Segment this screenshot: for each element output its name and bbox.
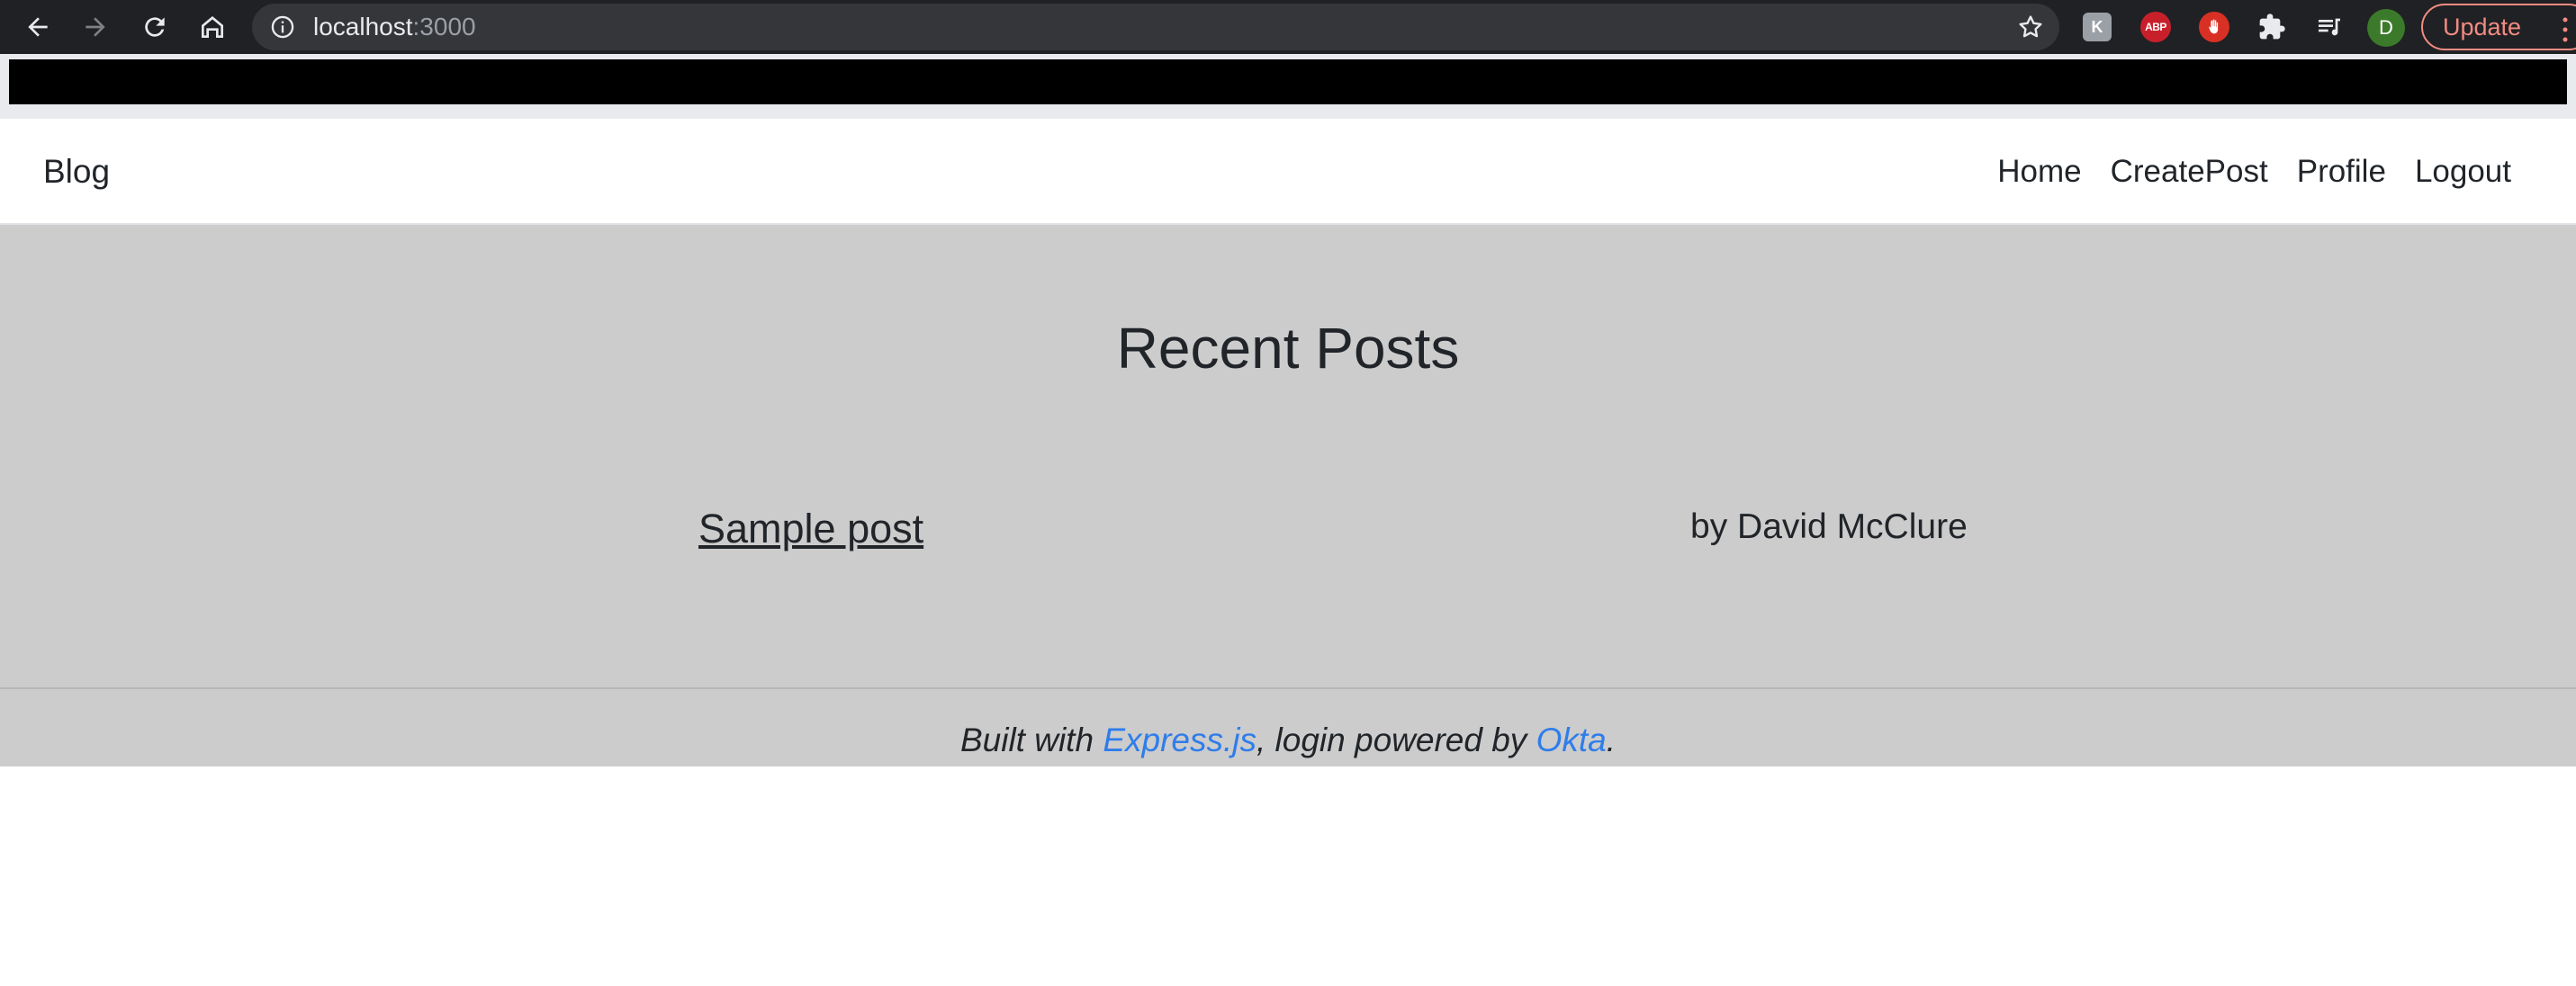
update-label: Update: [2443, 13, 2522, 40]
url-text: localhost:3000: [313, 4, 476, 50]
avatar-letter: D: [2379, 16, 2393, 39]
reading-list-icon[interactable]: [2313, 11, 2346, 43]
address-bar[interactable]: localhost:3000: [252, 4, 2059, 50]
footer-text: Built with Express.js, login powered by …: [0, 722, 2576, 759]
footer-middle: , login powered by: [1256, 722, 1536, 758]
post-author: by David McClure: [1690, 507, 1968, 546]
footer-prefix: Built with: [959, 722, 1103, 758]
nav-link-logout[interactable]: Logout: [2415, 154, 2511, 190]
extension-k-icon[interactable]: K: [2083, 13, 2112, 41]
page-title: Recent Posts: [1116, 316, 1460, 381]
post-title-link[interactable]: Sample post: [698, 506, 923, 552]
url-host: localhost: [313, 13, 413, 40]
url-port: :3000: [412, 13, 476, 40]
nav-link-profile[interactable]: Profile: [2297, 154, 2386, 190]
okta-link[interactable]: Okta: [1536, 722, 1607, 758]
nav-links: Home CreatePost Profile Logout: [1997, 119, 2511, 225]
home-icon[interactable]: [193, 7, 232, 47]
star-icon[interactable]: [2016, 13, 2045, 41]
main-content: Recent Posts Sample post by David McClur…: [0, 225, 2576, 689]
nav-link-createpost[interactable]: CreatePost: [2111, 154, 2268, 190]
forward-icon[interactable]: [76, 7, 115, 47]
site-navbar: Blog Home CreatePost Profile Logout: [0, 119, 2576, 225]
avatar[interactable]: D: [2367, 9, 2405, 47]
back-icon[interactable]: [18, 7, 58, 47]
reload-icon[interactable]: [135, 7, 175, 47]
adblock-label: ABP: [2145, 21, 2166, 33]
bookmarks-bar: [0, 54, 2576, 119]
puzzle-icon[interactable]: [2256, 11, 2288, 43]
extension-k-label: K: [2091, 17, 2103, 36]
stop-hand-icon[interactable]: [2199, 12, 2229, 42]
browser-toolbar: localhost:3000 K ABP D Update: [0, 0, 2576, 54]
footer: Built with Express.js, login powered by …: [0, 689, 2576, 766]
footer-suffix: .: [1606, 722, 1616, 758]
info-icon[interactable]: [270, 14, 295, 40]
express-link[interactable]: Express.js: [1103, 722, 1256, 758]
redacted-bar: [9, 59, 2567, 104]
nav-link-home[interactable]: Home: [1997, 154, 2081, 190]
update-button[interactable]: Update: [2421, 4, 2576, 50]
menu-dots-icon[interactable]: [2562, 14, 2569, 58]
brand-link[interactable]: Blog: [43, 119, 110, 225]
adblock-icon[interactable]: ABP: [2140, 12, 2171, 42]
